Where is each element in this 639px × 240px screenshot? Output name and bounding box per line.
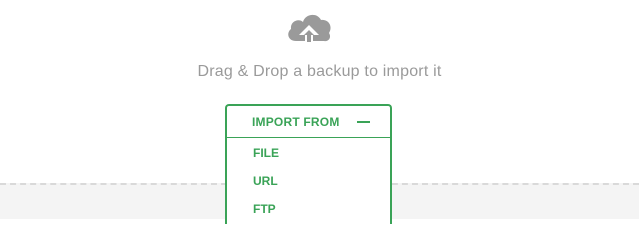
menu-item-ftp[interactable]: FTP	[227, 195, 390, 223]
backup-import-panel: Drag & Drop a backup to import it IMPORT…	[0, 0, 639, 224]
menu-item-file[interactable]: FILE	[227, 139, 390, 167]
dropzone-message: Drag & Drop a backup to import it	[197, 63, 442, 80]
menu-item-url[interactable]: URL	[227, 167, 390, 195]
minus-icon[interactable]	[357, 120, 370, 123]
import-source-menu: FILE URL FTP	[227, 138, 390, 223]
import-from-dropdown: IMPORT FROM FILE URL FTP	[225, 104, 392, 224]
import-from-label: IMPORT FROM	[252, 114, 340, 129]
import-from-button[interactable]: IMPORT FROM	[227, 106, 390, 138]
cloud-upload-icon	[284, 11, 334, 51]
